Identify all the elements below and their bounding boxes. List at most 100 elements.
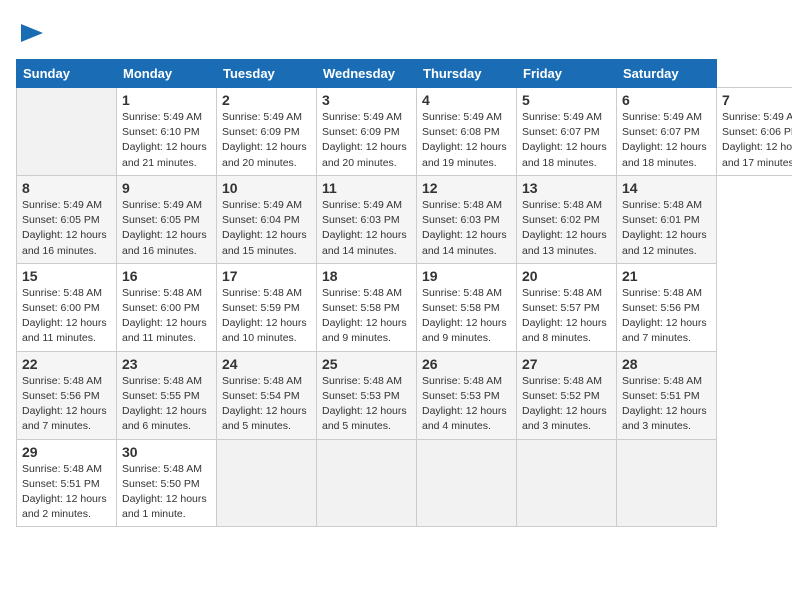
day-detail: Sunrise: 5:49 AMSunset: 6:05 PMDaylight:…: [22, 198, 111, 259]
day-cell: 27 Sunrise: 5:48 AMSunset: 5:52 PMDayligh…: [517, 351, 617, 439]
day-cell: [17, 88, 117, 176]
day-cell: 17 Sunrise: 5:48 AMSunset: 5:59 PMDayligh…: [217, 263, 317, 351]
day-cell: 19 Sunrise: 5:48 AMSunset: 5:58 PMDayligh…: [417, 263, 517, 351]
day-cell: [517, 439, 617, 527]
day-detail: Sunrise: 5:48 AMSunset: 5:51 PMDaylight:…: [622, 374, 711, 435]
day-detail: Sunrise: 5:49 AMSunset: 6:07 PMDaylight:…: [622, 110, 711, 171]
day-number: 4: [422, 92, 511, 108]
day-cell: 23Sunrise: 5:48 AMSunset: 5:55 PMDayligh…: [117, 351, 217, 439]
day-detail: Sunrise: 5:49 AMSunset: 6:09 PMDaylight:…: [322, 110, 411, 171]
day-number: 14: [622, 180, 711, 196]
week-row-1: 1 Sunrise: 5:49 AMSunset: 6:10 PMDaylight…: [17, 88, 792, 176]
logo-icon: [21, 20, 47, 46]
day-number: 25: [322, 356, 411, 372]
week-row-4: 22 Sunrise: 5:48 AMSunset: 5:56 PMDayligh…: [17, 351, 792, 439]
day-detail: Sunrise: 5:48 AMSunset: 5:51 PMDaylight:…: [22, 462, 111, 523]
week-row-2: 8 Sunrise: 5:49 AMSunset: 6:05 PMDaylight…: [17, 175, 792, 263]
day-cell: [417, 439, 517, 527]
day-detail: Sunrise: 5:48 AMSunset: 6:00 PMDaylight:…: [122, 286, 211, 347]
day-detail: Sunrise: 5:49 AMSunset: 6:10 PMDaylight:…: [122, 110, 211, 171]
weekday-header-row: SundayMondayTuesdayWednesdayThursdayFrid…: [17, 60, 792, 88]
day-cell: 25 Sunrise: 5:48 AMSunset: 5:53 PMDayligh…: [317, 351, 417, 439]
day-detail: Sunrise: 5:48 AMSunset: 6:03 PMDaylight:…: [422, 198, 511, 259]
page-header: [16, 16, 776, 51]
day-detail: Sunrise: 5:49 AMSunset: 6:03 PMDaylight:…: [322, 198, 411, 259]
day-detail: Sunrise: 5:48 AMSunset: 5:52 PMDaylight:…: [522, 374, 611, 435]
day-number: 5: [522, 92, 611, 108]
day-cell: 30Sunrise: 5:48 AMSunset: 5:50 PMDayligh…: [117, 439, 217, 527]
weekday-header-tuesday: Tuesday: [217, 60, 317, 88]
weekday-header-monday: Monday: [117, 60, 217, 88]
day-cell: 11 Sunrise: 5:49 AMSunset: 6:03 PMDayligh…: [317, 175, 417, 263]
day-cell: 15Sunrise: 5:48 AMSunset: 6:00 PMDayligh…: [17, 263, 117, 351]
day-cell: 29 Sunrise: 5:48 AMSunset: 5:51 PMDayligh…: [17, 439, 117, 527]
day-cell: 21 Sunrise: 5:48 AMSunset: 5:56 PMDayligh…: [617, 263, 717, 351]
day-detail: Sunrise: 5:48 AMSunset: 5:56 PMDaylight:…: [22, 374, 111, 435]
day-number: 16: [122, 268, 211, 284]
day-detail: Sunrise: 5:48 AMSunset: 6:02 PMDaylight:…: [522, 198, 611, 259]
day-detail: Sunrise: 5:49 AMSunset: 6:06 PMDaylight:…: [722, 110, 792, 171]
day-detail: Sunrise: 5:48 AMSunset: 5:53 PMDaylight:…: [322, 374, 411, 435]
day-number: 28: [622, 356, 711, 372]
calendar-table: SundayMondayTuesdayWednesdayThursdayFrid…: [16, 59, 792, 527]
day-number: 23: [122, 356, 211, 372]
day-number: 9: [122, 180, 211, 196]
day-cell: [217, 439, 317, 527]
day-detail: Sunrise: 5:48 AMSunset: 5:56 PMDaylight:…: [622, 286, 711, 347]
day-number: 19: [422, 268, 511, 284]
day-number: 7: [722, 92, 792, 108]
day-cell: 3 Sunrise: 5:49 AMSunset: 6:09 PMDaylight…: [317, 88, 417, 176]
day-cell: 9 Sunrise: 5:49 AMSunset: 6:05 PMDaylight…: [117, 175, 217, 263]
day-cell: [617, 439, 717, 527]
day-number: 15: [22, 268, 111, 284]
day-number: 3: [322, 92, 411, 108]
day-cell: 28 Sunrise: 5:48 AMSunset: 5:51 PMDayligh…: [617, 351, 717, 439]
day-number: 27: [522, 356, 611, 372]
day-detail: Sunrise: 5:48 AMSunset: 5:53 PMDaylight:…: [422, 374, 511, 435]
day-cell: 8 Sunrise: 5:49 AMSunset: 6:05 PMDaylight…: [17, 175, 117, 263]
day-number: 24: [222, 356, 311, 372]
weekday-header-friday: Friday: [517, 60, 617, 88]
day-detail: Sunrise: 5:49 AMSunset: 6:08 PMDaylight:…: [422, 110, 511, 171]
week-row-5: 29 Sunrise: 5:48 AMSunset: 5:51 PMDayligh…: [17, 439, 792, 527]
day-detail: Sunrise: 5:49 AMSunset: 6:04 PMDaylight:…: [222, 198, 311, 259]
day-detail: Sunrise: 5:48 AMSunset: 5:57 PMDaylight:…: [522, 286, 611, 347]
day-detail: Sunrise: 5:48 AMSunset: 5:50 PMDaylight:…: [122, 462, 211, 523]
day-cell: 7 Sunrise: 5:49 AMSunset: 6:06 PMDaylight…: [717, 88, 792, 176]
day-cell: 18 Sunrise: 5:48 AMSunset: 5:58 PMDayligh…: [317, 263, 417, 351]
weekday-header-saturday: Saturday: [617, 60, 717, 88]
day-number: 6: [622, 92, 711, 108]
day-detail: Sunrise: 5:48 AMSunset: 5:58 PMDaylight:…: [322, 286, 411, 347]
day-number: 18: [322, 268, 411, 284]
weekday-header-wednesday: Wednesday: [317, 60, 417, 88]
day-number: 8: [22, 180, 111, 196]
day-number: 22: [22, 356, 111, 372]
day-cell: 10Sunrise: 5:49 AMSunset: 6:04 PMDayligh…: [217, 175, 317, 263]
weekday-header-thursday: Thursday: [417, 60, 517, 88]
day-number: 29: [22, 444, 111, 460]
day-cell: [317, 439, 417, 527]
day-detail: Sunrise: 5:48 AMSunset: 6:01 PMDaylight:…: [622, 198, 711, 259]
day-cell: 22 Sunrise: 5:48 AMSunset: 5:56 PMDayligh…: [17, 351, 117, 439]
day-cell: 20Sunrise: 5:48 AMSunset: 5:57 PMDayligh…: [517, 263, 617, 351]
day-cell: 16 Sunrise: 5:48 AMSunset: 6:00 PMDayligh…: [117, 263, 217, 351]
day-detail: Sunrise: 5:49 AMSunset: 6:05 PMDaylight:…: [122, 198, 211, 259]
weekday-header-sunday: Sunday: [17, 60, 117, 88]
day-cell: 6 Sunrise: 5:49 AMSunset: 6:07 PMDaylight…: [617, 88, 717, 176]
day-number: 1: [122, 92, 211, 108]
day-cell: 26 Sunrise: 5:48 AMSunset: 5:53 PMDayligh…: [417, 351, 517, 439]
day-number: 21: [622, 268, 711, 284]
day-number: 17: [222, 268, 311, 284]
day-detail: Sunrise: 5:48 AMSunset: 5:59 PMDaylight:…: [222, 286, 311, 347]
day-cell: 5Sunrise: 5:49 AMSunset: 6:07 PMDaylight…: [517, 88, 617, 176]
day-detail: Sunrise: 5:48 AMSunset: 5:58 PMDaylight:…: [422, 286, 511, 347]
day-cell: 24 Sunrise: 5:48 AMSunset: 5:54 PMDayligh…: [217, 351, 317, 439]
day-detail: Sunrise: 5:48 AMSunset: 5:54 PMDaylight:…: [222, 374, 311, 435]
day-number: 11: [322, 180, 411, 196]
day-cell: 12Sunrise: 5:48 AMSunset: 6:03 PMDayligh…: [417, 175, 517, 263]
day-cell: 4 Sunrise: 5:49 AMSunset: 6:08 PMDaylight…: [417, 88, 517, 176]
day-cell: 13 Sunrise: 5:48 AMSunset: 6:02 PMDayligh…: [517, 175, 617, 263]
day-number: 26: [422, 356, 511, 372]
day-number: 13: [522, 180, 611, 196]
day-cell: 14 Sunrise: 5:48 AMSunset: 6:01 PMDayligh…: [617, 175, 717, 263]
